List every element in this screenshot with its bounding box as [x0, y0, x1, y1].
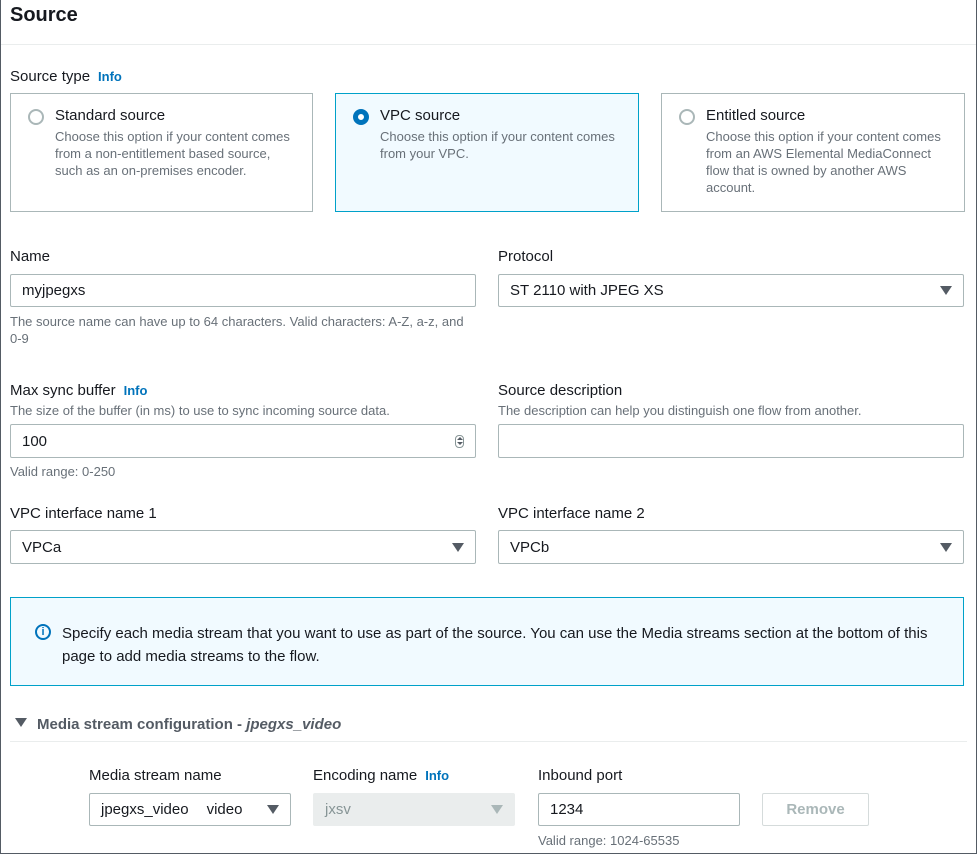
- max-sync-buffer-info-link[interactable]: Info: [124, 383, 148, 398]
- name-label: Name: [10, 248, 51, 265]
- caret-down-icon: [15, 718, 27, 727]
- media-stream-name-label: Media stream name: [89, 767, 222, 784]
- standard-source-title: Standard source: [55, 107, 166, 124]
- media-stream-name-value: jpegxs_video video: [101, 801, 242, 818]
- entitled-source-description: Choose this option if your content comes…: [706, 129, 941, 195]
- max-sync-buffer-description: The size of the buffer (in ms) to use to…: [10, 403, 390, 418]
- source-description-help: The description can help you distinguish…: [498, 403, 862, 418]
- vpc-source-radio[interactable]: [353, 109, 369, 125]
- source-type-label: Source type Info: [10, 68, 122, 85]
- encoding-name-value: jxsv: [325, 801, 351, 818]
- chevron-down-icon: [491, 805, 503, 814]
- media-stream-name-text: jpegxs_video: [101, 801, 189, 818]
- vpc-interface-1-label: VPC interface name 1: [10, 505, 157, 522]
- remove-button[interactable]: Remove: [762, 793, 869, 826]
- max-sync-buffer-value: 100: [22, 432, 48, 450]
- media-stream-config-expander[interactable]: Media stream configuration - jpegxs_vide…: [15, 716, 341, 733]
- chevron-down-icon: [452, 542, 464, 552]
- standard-source-description: Choose this option if your content comes…: [55, 129, 290, 178]
- name-hint: The source name can have up to 64 charac…: [10, 314, 464, 346]
- vpc-interface-2-value: VPCb: [510, 538, 550, 556]
- inbound-port-label: Inbound port: [538, 767, 623, 784]
- max-sync-buffer-input[interactable]: 100: [10, 424, 476, 458]
- info-alert-text: Specify each media stream that you want …: [62, 625, 928, 665]
- encoding-name-info-link[interactable]: Info: [425, 768, 449, 783]
- divider: [10, 741, 967, 742]
- entitled-source-radio[interactable]: [679, 109, 695, 125]
- inbound-port-input[interactable]: 1234: [538, 793, 740, 826]
- tile-entitled-source[interactable]: Entitled source Choose this option if yo…: [661, 93, 965, 212]
- source-type-label-text: Source type: [10, 68, 91, 85]
- encoding-name-label: Encoding name Info: [313, 767, 449, 784]
- max-sync-buffer-label: Max sync buffer Info: [10, 382, 147, 399]
- media-stream-name-select[interactable]: jpegxs_video video: [89, 793, 291, 826]
- media-stream-type: video: [206, 801, 243, 818]
- protocol-select[interactable]: ST 2110 with JPEG XS: [498, 274, 964, 307]
- vpc-interface-2-label: VPC interface name 2: [498, 505, 645, 522]
- info-alert: i Specify each media stream that you wan…: [10, 597, 964, 686]
- source-type-info-link[interactable]: Info: [98, 69, 122, 84]
- divider: [1, 44, 976, 45]
- chevron-down-icon: [940, 542, 952, 552]
- media-stream-config-heading: Media stream configuration -: [37, 716, 247, 733]
- protocol-label: Protocol: [498, 248, 554, 265]
- vpc-interface-1-select[interactable]: VPCa: [10, 530, 476, 564]
- chevron-down-icon: [267, 805, 279, 814]
- info-icon: i: [35, 624, 51, 640]
- protocol-value: ST 2110 with JPEG XS: [510, 282, 664, 299]
- inbound-port-value: 1234: [550, 801, 584, 818]
- name-input-value: myjpegxs: [22, 282, 86, 299]
- vpc-source-title: VPC source: [380, 107, 461, 124]
- source-description-label: Source description: [498, 382, 623, 399]
- standard-source-radio[interactable]: [28, 109, 44, 125]
- max-sync-buffer-label-text: Max sync buffer: [10, 382, 116, 399]
- vpc-interface-2-select[interactable]: VPCb: [498, 530, 964, 564]
- max-sync-buffer-hint: Valid range: 0-250: [10, 464, 116, 479]
- name-input[interactable]: myjpegxs: [10, 274, 476, 307]
- source-description-input[interactable]: [498, 424, 964, 458]
- encoding-name-label-text: Encoding name: [313, 767, 418, 784]
- inbound-port-hint: Valid range: 1024-65535: [538, 833, 680, 848]
- media-stream-config-heading-name: jpegxs_video: [246, 716, 342, 733]
- vpc-interface-1-value: VPCa: [22, 538, 62, 556]
- tile-standard-source[interactable]: Standard source Choose this option if yo…: [10, 93, 313, 212]
- tile-vpc-source[interactable]: VPC source Choose this option if your co…: [335, 93, 639, 212]
- section-title: Source: [10, 4, 78, 26]
- encoding-name-select: jxsv: [313, 793, 515, 826]
- entitled-source-title: Entitled source: [706, 107, 806, 124]
- number-stepper-icon[interactable]: [455, 434, 464, 448]
- vpc-source-description: Choose this option if your content comes…: [380, 129, 615, 161]
- chevron-down-icon: [940, 286, 952, 295]
